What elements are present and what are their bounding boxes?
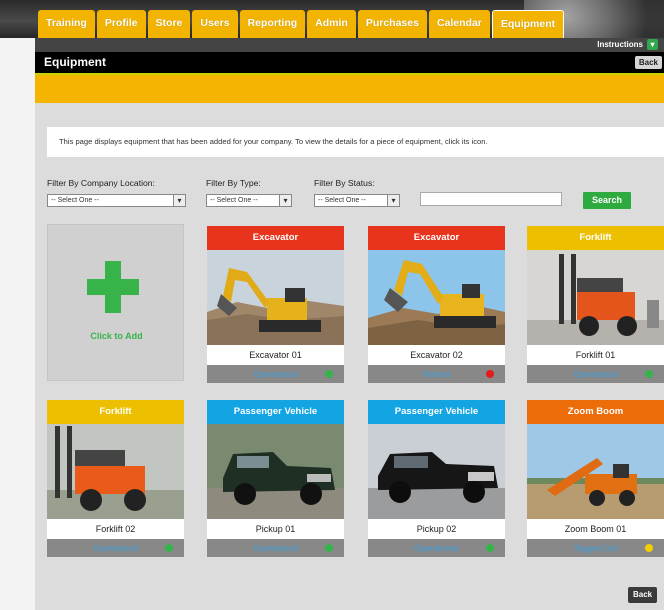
status-label: Operational bbox=[573, 369, 618, 379]
search-input[interactable] bbox=[420, 192, 562, 206]
equipment-photo[interactable] bbox=[47, 424, 184, 519]
tab-admin[interactable]: Admin bbox=[307, 10, 356, 38]
equipment-type-label: Passenger Vehicle bbox=[368, 400, 505, 424]
location-filter-label: Filter By Company Location: bbox=[47, 178, 155, 188]
status-dot-icon bbox=[645, 544, 653, 552]
equipment-status: Operational bbox=[368, 539, 505, 557]
chevron-down-icon: ▾ bbox=[279, 195, 291, 206]
status-dot-icon bbox=[645, 370, 653, 378]
status-label: Retired bbox=[422, 369, 451, 379]
type-filter-select[interactable]: -- Select One -- ▾ bbox=[206, 194, 292, 207]
status-dot-icon bbox=[165, 544, 173, 552]
equipment-status: Operational bbox=[47, 539, 184, 557]
status-label: Operational bbox=[253, 543, 298, 553]
equipment-type-label: Passenger Vehicle bbox=[207, 400, 344, 424]
location-filter-value: -- Select One -- bbox=[51, 197, 99, 204]
main-nav: Training Profile Store Users Reporting A… bbox=[38, 10, 566, 38]
status-label: Tagged Out bbox=[573, 543, 618, 553]
equipment-name: Excavator 02 bbox=[368, 345, 505, 365]
equipment-status: Operational bbox=[527, 365, 664, 383]
equipment-photo[interactable] bbox=[527, 424, 664, 519]
back-button-bottom[interactable]: Back bbox=[628, 587, 658, 603]
tab-reporting[interactable]: Reporting bbox=[239, 10, 306, 38]
accent-band bbox=[35, 73, 664, 103]
status-label: Operational bbox=[414, 543, 459, 553]
chevron-down-icon: ▾ bbox=[387, 195, 399, 206]
type-filter-label: Filter By Type: bbox=[206, 178, 261, 188]
tab-store[interactable]: Store bbox=[147, 10, 191, 38]
equipment-name: Forklift 02 bbox=[47, 519, 184, 539]
status-filter-value: -- Select One -- bbox=[318, 197, 366, 204]
equipment-type-label: Excavator bbox=[368, 226, 505, 250]
equipment-photo[interactable] bbox=[207, 424, 344, 519]
tab-equipment[interactable]: Equipment bbox=[491, 10, 565, 38]
search-button[interactable]: Search bbox=[583, 192, 631, 209]
equipment-type-label: Forklift bbox=[47, 400, 184, 424]
pickup-truck-photo-icon bbox=[207, 424, 344, 519]
page-title: Equipment bbox=[44, 55, 106, 69]
page-title-bar: Equipment Back bbox=[35, 52, 664, 73]
page-description: This page displays equipment that has be… bbox=[47, 127, 664, 157]
chevron-down-icon: ▾ bbox=[173, 195, 185, 206]
equipment-name: Pickup 02 bbox=[368, 519, 505, 539]
equipment-card-excavator-02[interactable]: Excavator Excavator 02 Retired bbox=[368, 226, 505, 384]
excavator-photo-icon bbox=[207, 250, 344, 345]
instructions-label: Instructions bbox=[597, 40, 643, 49]
add-equipment-label: Click to Add bbox=[90, 331, 143, 341]
plus-icon bbox=[87, 261, 139, 313]
tab-profile[interactable]: Profile bbox=[96, 10, 146, 38]
status-filter-label: Filter By Status: bbox=[314, 178, 375, 188]
location-filter-select[interactable]: -- Select One -- ▾ bbox=[47, 194, 186, 207]
page: Training Profile Store Users Reporting A… bbox=[0, 0, 664, 610]
forklift-photo-icon bbox=[47, 424, 184, 519]
equipment-card-excavator-01[interactable]: Excavator Excavator 01 Operational bbox=[207, 226, 344, 384]
status-label: Operational bbox=[93, 543, 138, 553]
equipment-card-forklift-01[interactable]: Forklift Forklift 01 Operational bbox=[527, 226, 664, 384]
equipment-status: Retired bbox=[368, 365, 505, 383]
equipment-card-forklift-02[interactable]: Forklift Forklift 02 Operational bbox=[47, 400, 184, 558]
status-dot-icon bbox=[486, 544, 494, 552]
equipment-photo[interactable] bbox=[527, 250, 664, 345]
telehandler-photo-icon bbox=[527, 424, 664, 519]
equipment-type-label: Zoom Boom bbox=[527, 400, 664, 424]
equipment-card-pickup-01[interactable]: Passenger Vehicle Pickup 01 Operational bbox=[207, 400, 344, 558]
status-dot-icon bbox=[325, 370, 333, 378]
equipment-photo[interactable] bbox=[368, 424, 505, 519]
equipment-name: Forklift 01 bbox=[527, 345, 664, 365]
status-dot-icon bbox=[486, 370, 494, 378]
tab-calendar[interactable]: Calendar bbox=[428, 10, 490, 38]
instructions-toggle[interactable]: Instructions ▾ bbox=[597, 39, 658, 50]
equipment-card-zoom-boom-01[interactable]: Zoom Boom Zoom Boom 01 Tagged Out bbox=[527, 400, 664, 558]
equipment-status: Operational bbox=[207, 539, 344, 557]
back-button[interactable]: Back bbox=[634, 56, 662, 69]
type-filter-value: -- Select One -- bbox=[210, 197, 258, 204]
forklift-photo-icon bbox=[527, 250, 664, 345]
equipment-name: Excavator 01 bbox=[207, 345, 344, 365]
header-banner: Training Profile Store Users Reporting A… bbox=[0, 0, 664, 38]
tab-purchases[interactable]: Purchases bbox=[357, 10, 427, 38]
equipment-status: Tagged Out bbox=[527, 539, 664, 557]
content-panel: Instructions ▾ Equipment Back This page … bbox=[35, 38, 664, 610]
excavator-photo-icon bbox=[368, 250, 505, 345]
equipment-photo[interactable] bbox=[207, 250, 344, 345]
instructions-bar: Instructions ▾ bbox=[35, 38, 664, 52]
tab-users[interactable]: Users bbox=[192, 10, 238, 38]
add-equipment-tile[interactable]: Click to Add bbox=[47, 224, 184, 381]
equipment-name: Pickup 01 bbox=[207, 519, 344, 539]
tab-training[interactable]: Training bbox=[38, 10, 95, 38]
equipment-status: Operational bbox=[207, 365, 344, 383]
status-label: Operational bbox=[253, 369, 298, 379]
pickup-truck-photo-icon bbox=[368, 424, 505, 519]
equipment-name: Zoom Boom 01 bbox=[527, 519, 664, 539]
equipment-type-label: Excavator bbox=[207, 226, 344, 250]
equipment-photo[interactable] bbox=[368, 250, 505, 345]
status-filter-select[interactable]: -- Select One -- ▾ bbox=[314, 194, 400, 207]
chevron-down-icon: ▾ bbox=[647, 39, 658, 50]
status-dot-icon bbox=[325, 544, 333, 552]
equipment-type-label: Forklift bbox=[527, 226, 664, 250]
equipment-card-pickup-02[interactable]: Passenger Vehicle Pickup 02 Operational bbox=[368, 400, 505, 558]
